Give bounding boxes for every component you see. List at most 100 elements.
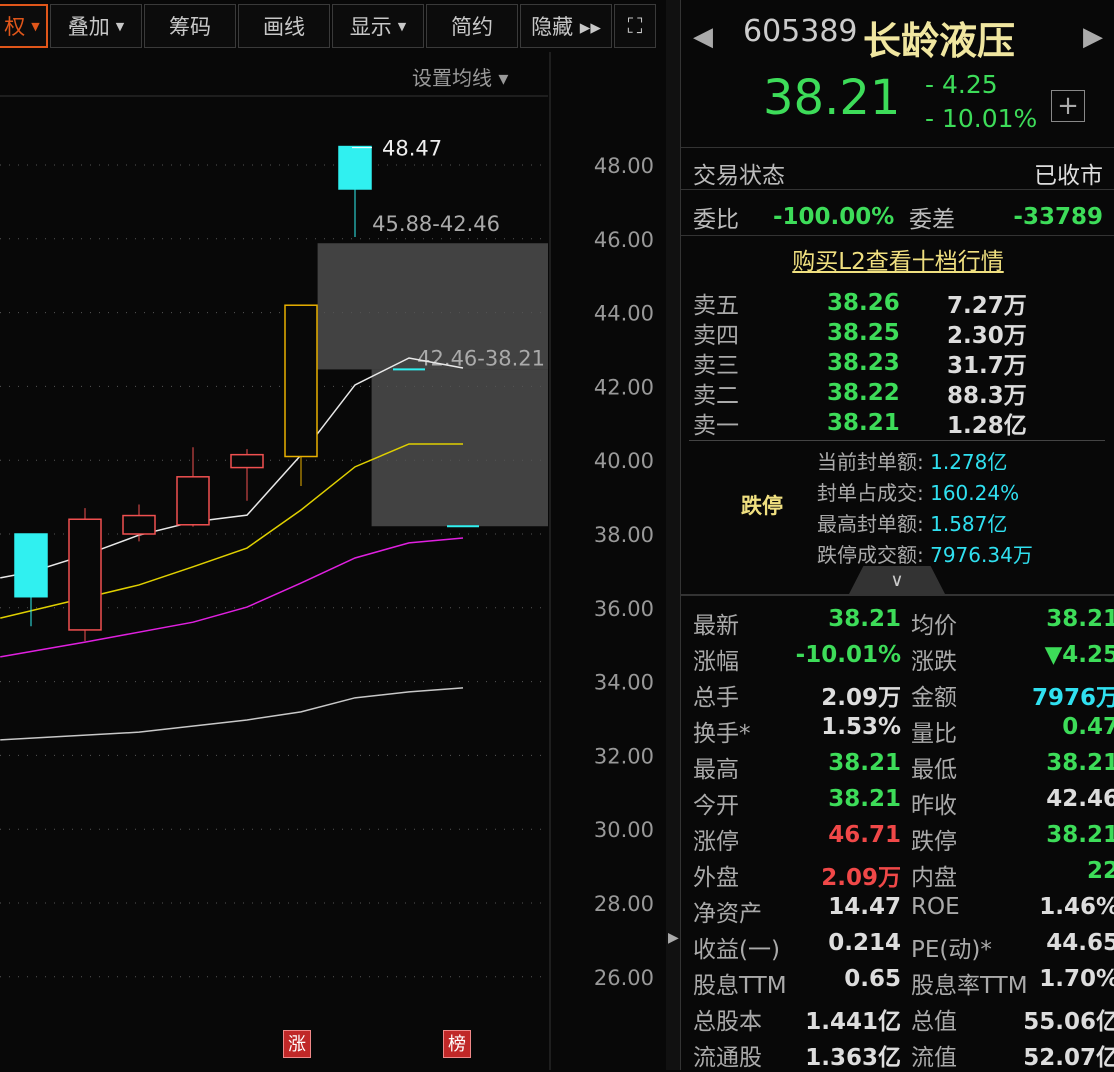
panel-splitter[interactable]: ▶: [666, 0, 680, 1070]
seal-row: 封单占成交: 160.24%: [817, 477, 1019, 506]
stat-label: 内盘: [911, 865, 957, 891]
stat-item: 今开 38.21: [693, 786, 901, 820]
stat-value: 1.363亿: [805, 1045, 901, 1071]
toolbar-button-1[interactable]: 叠加 ▼: [50, 4, 142, 48]
gap-label: 45.88-42.46: [372, 212, 500, 236]
stat-item: 股息率TTM 1.70%: [911, 966, 1114, 1000]
toolbar-button-2[interactable]: 筹码: [144, 4, 236, 48]
stat-value: 42.46: [1046, 786, 1114, 812]
toolbar-label: 叠加: [67, 15, 110, 39]
stat-label: 跌停: [911, 829, 957, 855]
kline-chart[interactable]: 48.00 46.00 44.00 42.00 40.00 38.00 36.00 34.00…: [0, 52, 666, 1070]
stat-item: ROE 1.46%: [911, 894, 1114, 920]
stat-item: 总股本 1.441亿: [693, 1002, 901, 1036]
stat-value: 0.47: [1062, 714, 1114, 740]
chevron-down-icon: ▼: [397, 19, 407, 33]
rank-marker[interactable]: 榜: [443, 1030, 471, 1058]
orderbook-price: 38.22: [827, 380, 900, 406]
candle-body: [68, 518, 102, 631]
candle-body: [338, 145, 372, 190]
add-watchlist-button[interactable]: +: [1051, 90, 1085, 122]
stat-label: 最低: [911, 757, 957, 783]
stat-label: 流通股: [693, 1045, 762, 1071]
stat-value: 55.06亿: [1023, 1009, 1114, 1035]
y-tick-label: 42.00: [594, 375, 654, 399]
stat-label: 均价: [911, 613, 957, 639]
stat-item: 昨收 42.46: [911, 786, 1114, 820]
stat-label: 最高: [693, 757, 739, 783]
stock-code: 605389: [743, 14, 858, 49]
rise-marker[interactable]: 涨: [283, 1030, 311, 1058]
toolbar-button-6[interactable]: 隐藏 ▸▸: [520, 4, 612, 48]
price-change-pct: - 10.01%: [925, 104, 1038, 133]
orderbook-price: 38.26: [827, 290, 900, 316]
stat-label: 总手: [693, 685, 739, 711]
stat-value: 1.46%: [1039, 894, 1114, 920]
toolbar-label: 权: [4, 15, 26, 39]
y-tick-label: 32.00: [594, 744, 654, 768]
stat-label: PE(动)*: [911, 937, 992, 963]
stat-item: 总值 55.06亿: [911, 1002, 1114, 1036]
seal-label: 跌停成交额:: [817, 543, 924, 567]
stat-item: 总手 2.09万: [693, 678, 901, 712]
stat-label: 换手*: [693, 721, 751, 747]
high-price-label: 48.47: [382, 137, 442, 161]
stat-value: 0.214: [828, 930, 901, 956]
quote-panel: ◀ 605389 长龄液压 ▶ 38.21 - 4.25 - 10.01% + …: [680, 0, 1114, 1071]
next-stock-icon[interactable]: ▶: [1083, 22, 1103, 52]
stock-name: 长龄液压: [863, 19, 1016, 63]
stat-value: 38.21: [1046, 822, 1114, 848]
gap-label: 42.46-38.21: [417, 346, 545, 370]
stat-value: 22: [1086, 858, 1114, 884]
orderbook-price: 38.25: [827, 320, 900, 346]
toolbar-button-4[interactable]: 显示 ▼: [332, 4, 424, 48]
stat-label: 总股本: [693, 1009, 762, 1035]
toolbar-label: 隐藏 ▸▸: [531, 15, 601, 39]
toolbar-button-3[interactable]: 画线: [238, 4, 330, 48]
prev-stock-icon[interactable]: ◀: [693, 22, 713, 52]
buy-l2-link[interactable]: 购买L2查看十档行情: [681, 242, 1114, 276]
toolbar-button-5[interactable]: 简约: [426, 4, 518, 48]
expand-chevron-icon[interactable]: ∨: [849, 566, 945, 594]
y-tick-label: 34.00: [594, 671, 654, 695]
stat-item: 最低 38.21: [911, 750, 1114, 784]
candle-body: [230, 453, 264, 469]
wb-label: 委比: [693, 207, 739, 233]
chevron-down-icon: ▼: [31, 19, 40, 33]
orderbook-name: 卖四: [693, 323, 739, 349]
collapse-handle-icon[interactable]: ▶: [668, 930, 679, 946]
candle-body: [176, 476, 210, 526]
stat-label: 总值: [911, 1009, 957, 1035]
seal-row: 当前封单额: 1.278亿: [817, 446, 1007, 475]
stat-label: 净资产: [693, 901, 762, 927]
seal-value: 7976.34万: [930, 543, 1033, 567]
stat-item: 涨跌 ▼4.25: [911, 642, 1114, 676]
y-tick-label: 28.00: [594, 892, 654, 916]
stat-value: 38.21: [828, 786, 901, 812]
stat-label: 金额: [911, 685, 957, 711]
stat-item: 涨停 46.71: [693, 822, 901, 856]
trade-status: 已收市: [1034, 163, 1103, 189]
last-price: 38.21: [763, 70, 901, 126]
stat-label: 涨幅: [693, 649, 739, 675]
chevron-down-icon: ▼: [115, 19, 125, 33]
stat-label: 流值: [911, 1045, 957, 1071]
limit-down-tag: 跌停: [741, 494, 783, 518]
stat-label: ROE: [911, 894, 960, 920]
stat-value: 14.47: [828, 894, 901, 920]
stat-value: 38.21: [1046, 750, 1114, 776]
toolbar-button-0[interactable]: 权 ▼: [0, 4, 48, 48]
stat-value: 2.09万: [821, 865, 901, 891]
wc-value: -33789: [1013, 204, 1103, 230]
stat-value: 2.09万: [821, 685, 901, 711]
stat-item: 换手* 1.53%: [693, 714, 901, 748]
stat-value: 44.65: [1046, 930, 1114, 956]
orderbook-name: 卖五: [693, 293, 739, 319]
orderbook-row: 卖三 38.23 31.7万: [693, 348, 1093, 379]
seal-label: 最高封单额:: [817, 512, 924, 536]
expand-icon[interactable]: ⛶: [614, 4, 656, 48]
stat-item: 金额 7976万: [911, 678, 1114, 712]
orderbook-vol: 1.28亿: [947, 413, 1027, 439]
stat-item: 最高 38.21: [693, 750, 901, 784]
stat-label: 昨收: [911, 793, 957, 819]
